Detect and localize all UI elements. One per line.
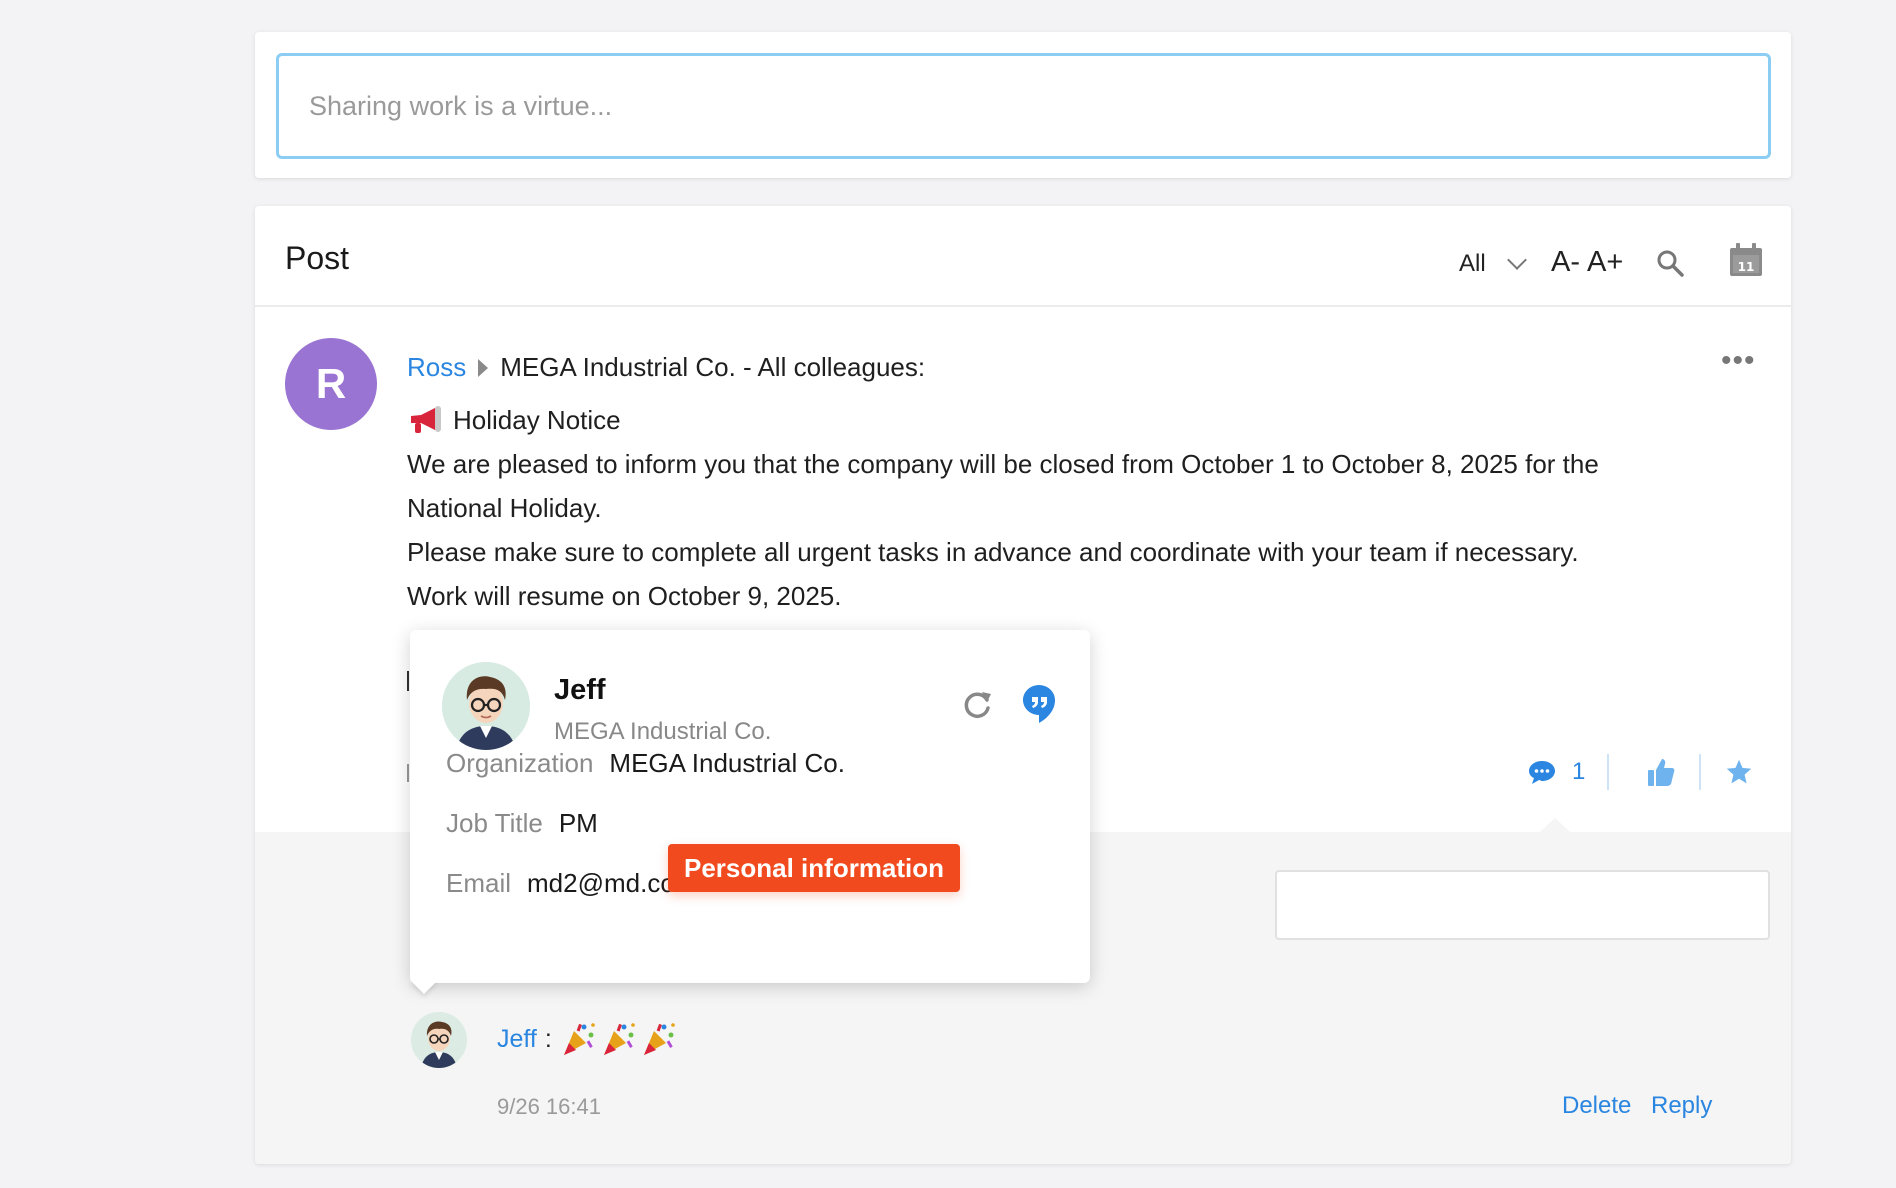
search-icon[interactable]	[1655, 248, 1685, 278]
refresh-icon[interactable]	[960, 688, 994, 722]
comment-button[interactable]: 1	[1528, 752, 1585, 792]
popover-user-name: Jeff	[554, 674, 606, 706]
comment-input[interactable]	[1275, 870, 1770, 940]
share-input[interactable]: Sharing work is a virtue...	[276, 53, 1771, 159]
page-title: Post	[285, 240, 350, 276]
megaphone-icon	[411, 406, 441, 433]
reply-button[interactable]: Reply	[1651, 1092, 1712, 1120]
divider	[1699, 754, 1701, 790]
party-popper-icon	[563, 1023, 595, 1055]
avatar[interactable]	[411, 1012, 467, 1068]
font-increase-button[interactable]: A+	[1587, 246, 1623, 279]
post-body: Holiday Notice We are pleased to inform …	[407, 398, 1667, 618]
share-card: Sharing work is a virtue...	[255, 32, 1791, 178]
popover-company: MEGA Industrial Co.	[554, 718, 772, 745]
more-icon[interactable]: •••	[1721, 344, 1756, 378]
job-value: PM	[558, 808, 598, 838]
job-label: Job Title	[446, 808, 543, 838]
avatar[interactable]	[442, 662, 530, 750]
text-fragment	[407, 764, 409, 782]
post-paragraph: We are pleased to inform you that the co…	[407, 449, 1599, 523]
avatar[interactable]: R	[285, 338, 377, 430]
popover-caret	[410, 980, 438, 994]
personal-info-badge: Personal information	[668, 844, 961, 892]
quote-icon[interactable]	[1022, 684, 1056, 724]
popover-org-row: Organization MEGA Industrial Co.	[446, 748, 845, 779]
notice-title-line: Holiday Notice	[407, 398, 1667, 442]
comment-timestamp: 9/26 16:41	[497, 1094, 601, 1119]
divider	[1607, 754, 1609, 790]
post-paragraph: Work will resume on October 9, 2025.	[407, 581, 842, 611]
comment-colon: :	[544, 1024, 552, 1053]
chevron-down-icon	[1506, 250, 1527, 270]
star-icon	[1726, 759, 1752, 784]
popover-job-row: Job Title PM	[446, 808, 598, 839]
org-label: Organization	[446, 748, 594, 778]
favorite-button[interactable]	[1725, 752, 1753, 792]
caret-right-icon	[478, 358, 489, 377]
email-label: Email	[446, 868, 512, 898]
comment-caret	[1539, 818, 1571, 833]
org-value: MEGA Industrial Co.	[609, 748, 845, 778]
like-button[interactable]	[1647, 752, 1675, 792]
text-fragment	[407, 671, 409, 691]
comment-author-link[interactable]: Jeff	[497, 1025, 537, 1054]
delete-button[interactable]: Delete	[1562, 1092, 1631, 1120]
post-paragraph: Please make sure to complete all urgent …	[407, 537, 1579, 567]
user-popover: Jeff MEGA Industrial Co. Organization ME…	[410, 630, 1090, 983]
filter-label: All	[1459, 250, 1486, 277]
popover-email-row: Email md2@md.com	[446, 868, 696, 899]
svg-text:11: 11	[1738, 260, 1755, 274]
party-popper-icon	[603, 1023, 635, 1055]
thumbs-up-icon	[1648, 759, 1675, 786]
post-header: Post All A- A+ 11	[255, 206, 1791, 307]
post-author-line: Ross MEGA Industrial Co. - All colleague…	[407, 352, 925, 383]
party-popper-icon	[643, 1023, 675, 1055]
font-decrease-button[interactable]: A-	[1551, 246, 1580, 279]
author-link[interactable]: Ross	[407, 352, 466, 383]
comment-count: 1	[1572, 758, 1586, 785]
filter-dropdown[interactable]: All	[1459, 250, 1527, 278]
comment-line: Jeff :	[497, 1021, 680, 1057]
comment-icon	[1529, 761, 1555, 784]
post-target: MEGA Industrial Co. - All colleagues:	[500, 352, 926, 382]
calendar-icon[interactable]: 11	[1728, 242, 1764, 278]
notice-title: Holiday Notice	[453, 405, 621, 435]
